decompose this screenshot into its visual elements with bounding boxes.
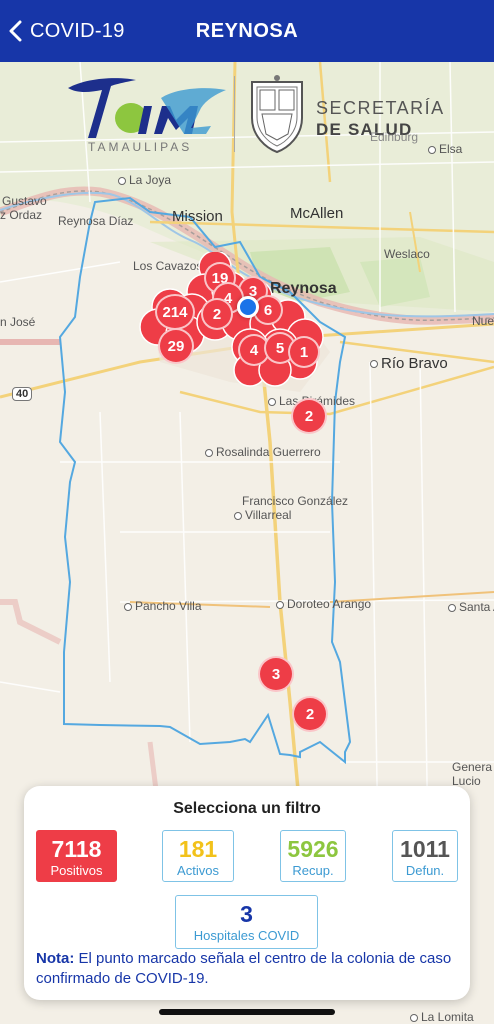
recuperados-label: Recup. bbox=[292, 863, 334, 878]
place-pancho-villa: Pancho Villa bbox=[124, 599, 202, 613]
place-doroteo: Doroteo Arango bbox=[276, 597, 371, 611]
place-dot bbox=[234, 511, 242, 520]
place-dot bbox=[410, 1013, 418, 1022]
place-gustavo: Gustavo bbox=[2, 194, 47, 208]
place-elsa: Elsa bbox=[428, 142, 462, 156]
case-cluster-marker[interactable]: 2 bbox=[291, 398, 327, 434]
logo-divider bbox=[234, 76, 235, 152]
case-cluster-marker[interactable]: 3 bbox=[258, 656, 294, 692]
case-cluster-marker[interactable]: 2 bbox=[201, 298, 233, 330]
place-dot bbox=[118, 176, 126, 185]
positivos-count: 7118 bbox=[51, 836, 102, 862]
filter-hospitales-button[interactable]: 3 Hospitales COVID bbox=[175, 895, 318, 949]
place-mission: Mission bbox=[172, 208, 223, 225]
nav-bar: COVID-19 REYNOSA bbox=[0, 0, 494, 62]
case-cluster-marker[interactable]: 214 bbox=[155, 294, 195, 330]
place-dot bbox=[205, 448, 213, 457]
recuperados-count: 5926 bbox=[287, 836, 339, 862]
place-reynosa-diaz: Reynosa Díaz bbox=[58, 214, 134, 228]
place-dot bbox=[124, 602, 132, 611]
filter-activos-button[interactable]: 181 Activos bbox=[162, 830, 234, 882]
home-indicator[interactable] bbox=[159, 1009, 335, 1015]
place-dot bbox=[370, 360, 378, 369]
place-la-joya: La Joya bbox=[118, 173, 171, 187]
case-cluster-marker[interactable]: 2 bbox=[292, 696, 328, 732]
place-edinburg: Edinburg bbox=[370, 130, 419, 144]
case-cluster-marker[interactable]: 1 bbox=[288, 336, 320, 368]
note-label: Nota: bbox=[36, 950, 75, 967]
hospitales-label: Hospitales COVID bbox=[193, 928, 300, 943]
activos-label: Activos bbox=[177, 863, 219, 878]
filter-panel: Selecciona un filtro 7118 Positivos 181 … bbox=[24, 786, 470, 1000]
place-diaz-ordaz: z Ordaz bbox=[0, 208, 43, 222]
defunciones-label: Defun. bbox=[405, 863, 445, 878]
place-francisco-1: Francisco González bbox=[242, 494, 349, 508]
filter-recuperados-button[interactable]: 5926 Recup. bbox=[280, 830, 346, 882]
place-dot bbox=[276, 600, 284, 609]
logo-secretaria: SECRETARÍA bbox=[316, 98, 445, 118]
place-dot bbox=[448, 603, 456, 612]
filter-title: Selecciona un filtro bbox=[173, 800, 321, 817]
hospitales-count: 3 bbox=[240, 901, 253, 927]
tam-secretaria-logo: TAMAULIPAS SECRETARÍA DE SALUD bbox=[66, 68, 443, 164]
place-mcallen: McAllen bbox=[290, 205, 344, 222]
current-location-dot bbox=[237, 296, 259, 318]
positivos-label: Positivos bbox=[50, 863, 103, 878]
place-santa: Santa A bbox=[448, 600, 494, 614]
place-francisco-2: Villarreal bbox=[234, 508, 291, 522]
note-body: El punto marcado señala el centro de la … bbox=[36, 950, 452, 987]
place-dot bbox=[428, 145, 436, 154]
tam-logo-mark bbox=[68, 78, 226, 138]
logo-brand-sub: TAMAULIPAS bbox=[88, 140, 193, 154]
note-text: Nota: El punto marcado señala el centro … bbox=[36, 949, 460, 989]
place-nue: Nue bbox=[472, 314, 494, 328]
place-rosalinda: Rosalinda Guerrero bbox=[205, 445, 321, 459]
place-la-lomita: La Lomita bbox=[410, 1010, 474, 1024]
filter-positivos-button[interactable]: 7118 Positivos bbox=[36, 830, 117, 882]
filter-defunciones-button[interactable]: 1011 Defun. bbox=[392, 830, 458, 882]
defunciones-count: 1011 bbox=[400, 836, 450, 862]
place-dot bbox=[268, 397, 276, 406]
highway-shield-40: 40 bbox=[12, 387, 33, 401]
case-cluster-marker[interactable]: 29 bbox=[158, 328, 194, 364]
place-weslaco: Weslaco bbox=[384, 247, 430, 261]
place-genera-1: Genera bbox=[452, 760, 493, 774]
place-rio-bravo: Río Bravo bbox=[370, 355, 448, 372]
activos-count: 181 bbox=[178, 836, 218, 862]
page-title: REYNOSA bbox=[195, 20, 299, 42]
place-san-jose: n José bbox=[0, 315, 36, 329]
coat-of-arms-icon bbox=[251, 75, 303, 154]
